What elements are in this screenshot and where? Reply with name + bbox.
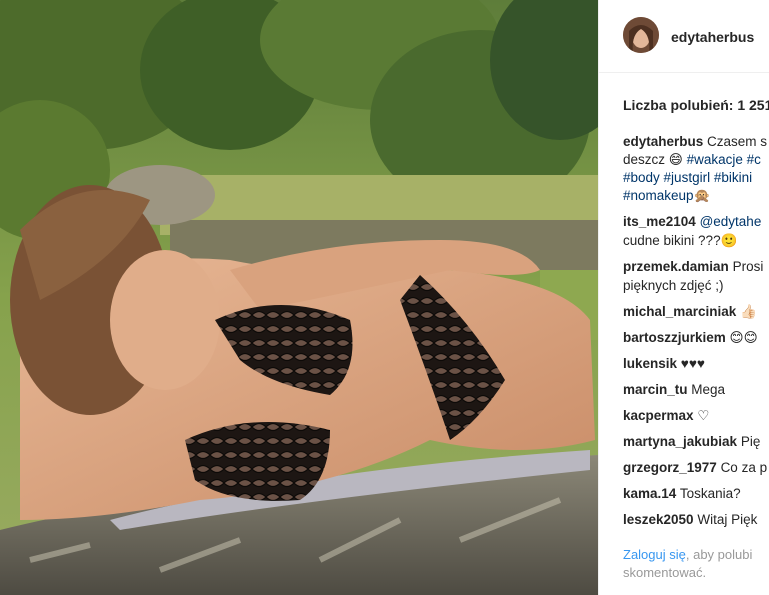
post-header: edytaherbus: [599, 0, 769, 73]
comments-list: edytaherbus Czasem s deszcz 😄 #wakacje #…: [623, 133, 769, 529]
comment: lukensik ♥♥♥: [623, 354, 769, 373]
comment-user[interactable]: bartoszzjurkiem: [623, 330, 726, 345]
comment-user[interactable]: its_me2104: [623, 214, 696, 229]
login-text: , aby polubi: [685, 547, 753, 562]
monkey-emoji-icon: 🙊: [693, 188, 711, 203]
comment-user[interactable]: grzegorz_1977: [623, 460, 717, 475]
avatar[interactable]: [623, 17, 659, 53]
comment: martyna_jakubiak Pię: [623, 432, 769, 451]
post-photo[interactable]: [0, 0, 598, 595]
post-sidebar: edytaherbus Liczba polubień: 1 251 edyta…: [598, 0, 769, 595]
hashtag-link[interactable]: #c: [743, 152, 761, 167]
likes-count[interactable]: Liczba polubień: 1 251: [623, 97, 769, 113]
comment: kacpermax ♡: [623, 406, 769, 425]
comment-text: Prosi: [732, 259, 764, 274]
caption-text: deszcz 😄: [623, 152, 687, 167]
caption: edytaherbus Czasem s deszcz 😄 #wakacje #…: [623, 133, 769, 205]
comment-text: cudne bikini ???🙂: [623, 233, 738, 248]
username-link[interactable]: edytaherbus: [671, 29, 754, 45]
comment-text: pięknych zdjęć ;): [623, 278, 724, 293]
comment-user[interactable]: marcin_tu: [623, 382, 688, 397]
caption-user[interactable]: edytaherbus: [623, 134, 703, 149]
comment: grzegorz_1977 Co za p: [623, 458, 769, 477]
comment-user[interactable]: leszek2050: [623, 512, 694, 527]
comment-user[interactable]: kama.14: [623, 486, 676, 501]
comment-text: ♥♥♥: [680, 356, 705, 371]
hashtag-link[interactable]: #justgirl: [660, 170, 711, 185]
comment-user[interactable]: martyna_jakubiak: [623, 434, 737, 449]
comment: leszek2050 Witaj Pięk: [623, 510, 769, 529]
comment: kama.14 Toskania?: [623, 484, 769, 503]
comment: marcin_tu Mega: [623, 380, 769, 399]
comment: michal_marciniak 👍🏻: [623, 302, 769, 321]
comment: its_me2104 @edytahe cudne bikini ???🙂: [623, 212, 769, 250]
comment-text: Witaj Pięk: [697, 512, 758, 527]
hashtag-link[interactable]: #nomakeup: [623, 188, 694, 203]
comment-user[interactable]: kacpermax: [623, 408, 694, 423]
comment-text: ♡: [697, 408, 710, 423]
caption-text: Czasem s: [707, 134, 768, 149]
comment: przemek.damian Prosi pięknych zdjęć ;): [623, 257, 769, 295]
comment-text: Co za p: [720, 460, 768, 475]
comment-user[interactable]: lukensik: [623, 356, 677, 371]
login-text: skomentować.: [623, 565, 707, 580]
comment-user[interactable]: przemek.damian: [623, 259, 729, 274]
comment-text: 👍🏻: [740, 304, 757, 319]
comment-text: Mega: [691, 382, 726, 397]
avatar-image: [623, 17, 659, 53]
photo-illustration: [0, 0, 598, 595]
hashtag-link[interactable]: #bikini: [710, 170, 752, 185]
comment-text: Pię: [740, 434, 761, 449]
comment-text: 😊😊: [729, 330, 758, 345]
mention-link[interactable]: @edytahe: [700, 214, 762, 229]
comment-text: Toskania?: [679, 486, 741, 501]
hashtag-link[interactable]: #body: [623, 170, 660, 185]
hashtag-link[interactable]: #wakacje: [687, 152, 743, 167]
comment: bartoszzjurkiem 😊😊: [623, 328, 769, 347]
login-link[interactable]: Zaloguj się: [623, 547, 686, 562]
comment-user[interactable]: michal_marciniak: [623, 304, 736, 319]
login-prompt: Zaloguj się, aby polubi skomentować.: [623, 546, 769, 582]
